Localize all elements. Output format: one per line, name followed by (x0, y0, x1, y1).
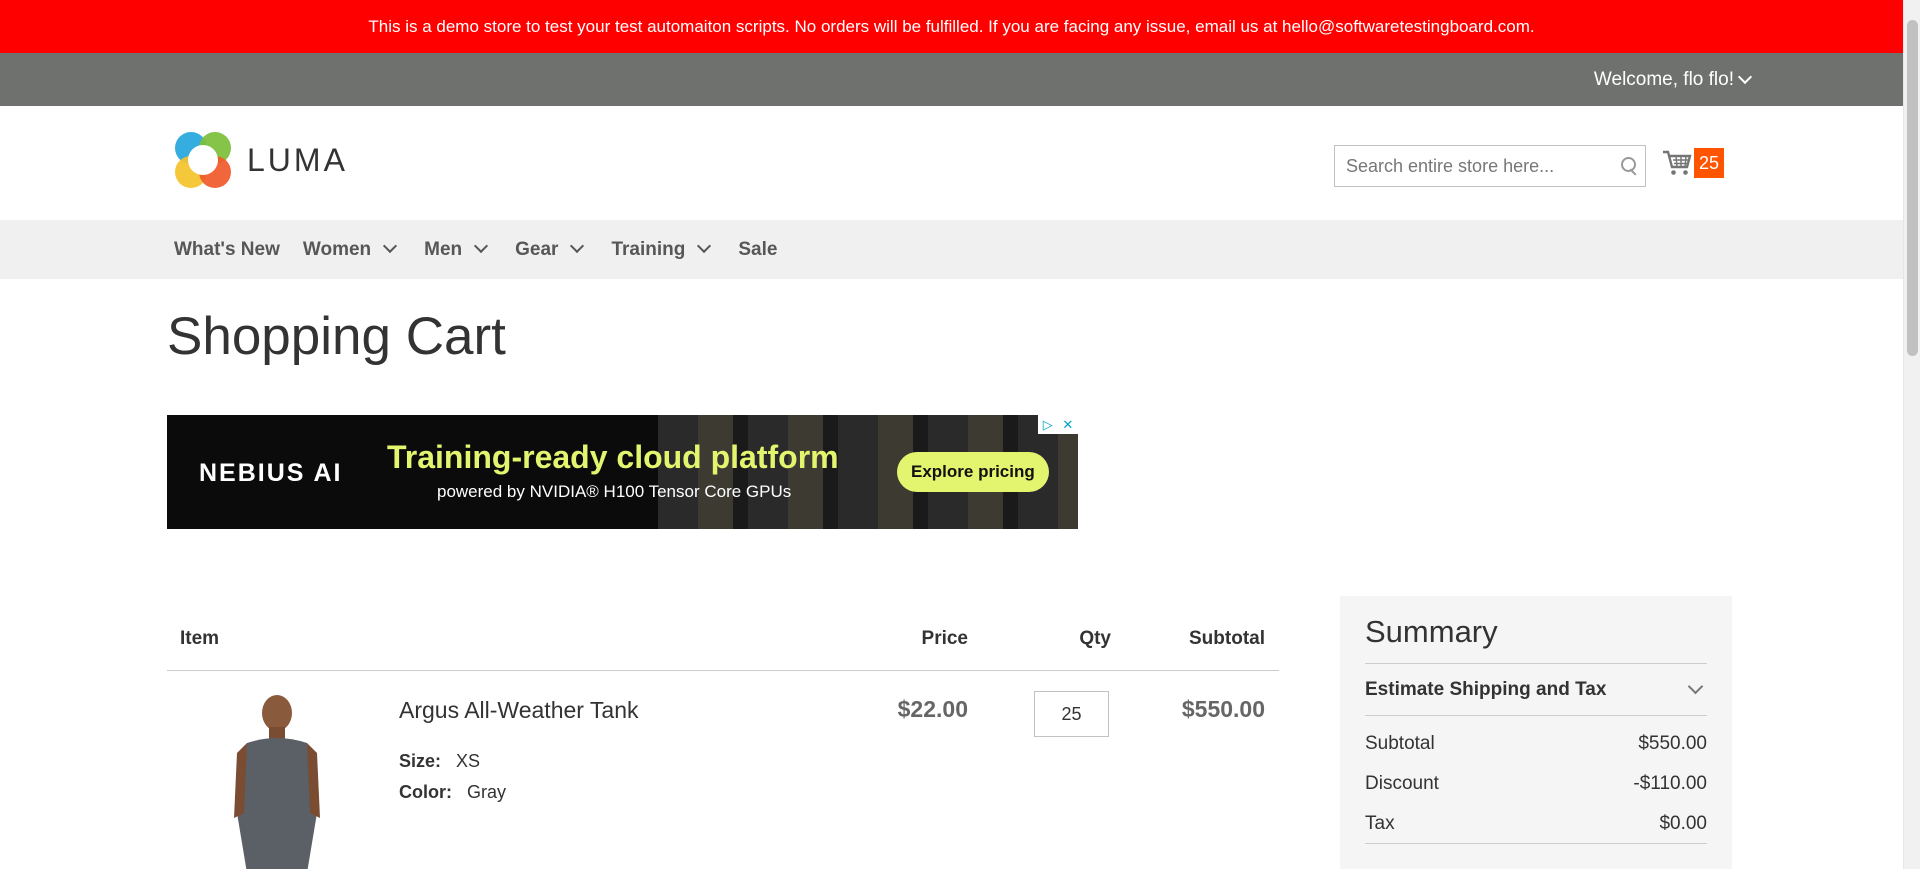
chevron-down-icon (474, 238, 489, 254)
nav-item-training[interactable]: Training (611, 239, 715, 261)
cart-count-badge: 25 (1694, 148, 1724, 178)
search-icon[interactable] (1615, 151, 1645, 181)
product-name-link[interactable]: Argus All-Weather Tank (399, 697, 639, 724)
estimate-shipping-toggle[interactable]: Estimate Shipping and Tax (1365, 664, 1707, 716)
chevron-down-icon (697, 238, 712, 254)
shopping-cart-icon (1662, 149, 1692, 177)
advertisement-banner[interactable]: NEBIUS AI Training-ready cloud platform … (167, 415, 1078, 529)
adchoices-icon[interactable]: ▷ (1043, 417, 1053, 433)
chevron-down-icon (570, 238, 585, 254)
quantity-input[interactable]: 25 (1034, 691, 1109, 737)
vertical-scrollbar[interactable] (1903, 0, 1920, 869)
scrollbar-thumb[interactable] (1907, 20, 1918, 356)
chevron-down-icon (383, 238, 398, 254)
option-label: Size: (399, 751, 442, 771)
nav-item-sale[interactable]: Sale (738, 239, 777, 261)
chevron-down-icon (1687, 678, 1704, 695)
nav-item-what-s-new[interactable]: What's New (174, 239, 280, 261)
main-navigation: What's New Women Men Gear Training Sale (0, 220, 1920, 279)
search-input[interactable]: Search entire store here... (1334, 145, 1646, 187)
nav-item-label: Gear (515, 238, 559, 260)
ad-headline: Training-ready cloud platform (387, 439, 839, 475)
header-price: Price (921, 628, 968, 649)
minicart-button[interactable]: 25 (1662, 148, 1724, 178)
ad-cta-button[interactable]: Explore pricing (897, 452, 1049, 492)
totals-subtotal: Subtotal $550.00 (1365, 724, 1707, 764)
option-label: Color: (399, 782, 452, 802)
estimate-shipping-label: Estimate Shipping and Tax (1365, 678, 1607, 700)
header-item: Item (180, 628, 220, 649)
logo-mark-icon (175, 132, 231, 188)
option-value: XS (456, 751, 481, 771)
nav-item-label: Women (302, 238, 372, 260)
product-option-color: Color: Gray (399, 782, 506, 803)
account-panel-bar: Welcome, flo flo! (0, 53, 1920, 106)
table-row: Argus All-Weather Tank Size: XS Color: G… (167, 671, 1279, 869)
logo-text: LUMA (247, 141, 348, 178)
demo-notice-text: This is a demo store to test your test a… (368, 16, 1535, 36)
nav-item-label: Training (611, 238, 686, 260)
item-price: $22.00 (897, 696, 968, 722)
search-placeholder: Search entire store here... (1346, 155, 1555, 176)
luma-logo[interactable]: LUMA (175, 132, 348, 188)
totals-discount: Discount -$110.00 (1365, 764, 1707, 804)
page: This is a demo store to test your test a… (0, 0, 1920, 869)
ad-subline: powered by NVIDIA® H100 Tensor Core GPUs (437, 482, 792, 501)
welcome-text: Welcome, flo flo! (1593, 68, 1734, 90)
demo-notice-bar: This is a demo store to test your test a… (0, 0, 1920, 53)
item-subtotal: $550.00 (1181, 696, 1265, 722)
nav-item-women[interactable]: Women (303, 239, 401, 261)
header-subtotal: Subtotal (1189, 628, 1265, 649)
chevron-down-icon (1737, 69, 1753, 84)
nav-item-label: Men (424, 238, 463, 260)
product-image[interactable] (222, 693, 332, 869)
page-title: Shopping Cart (167, 307, 506, 366)
welcome-dropdown[interactable]: Welcome, flo flo! (1593, 68, 1753, 91)
nav-item-gear[interactable]: Gear (515, 239, 588, 261)
totals-label: Discount (1365, 773, 1439, 794)
cart-table-header: Item Price Qty Subtotal (167, 608, 1279, 671)
totals-tax: Tax $0.00 (1365, 804, 1707, 844)
summary-title: Summary (1365, 614, 1707, 664)
totals-value: $0.00 (1659, 812, 1707, 834)
ad-choices[interactable]: ▷ ✕ (1038, 415, 1078, 434)
nav-item-label: Sale (738, 238, 778, 260)
cart-summary: Summary Estimate Shipping and Tax Subtot… (1340, 596, 1732, 869)
totals-value: -$110.00 (1633, 773, 1707, 794)
close-icon[interactable]: ✕ (1062, 417, 1073, 433)
totals-value: $550.00 (1638, 733, 1707, 754)
totals-label: Tax (1365, 812, 1395, 834)
totals-label: Subtotal (1365, 733, 1435, 754)
option-value: Gray (467, 782, 507, 802)
product-option-size: Size: XS (399, 751, 480, 772)
nav-item-label: What's New (174, 238, 280, 260)
site-header: LUMA Search entire store here... 25 (0, 106, 1920, 220)
header-qty: Qty (1079, 628, 1111, 649)
ad-brand: NEBIUS AI (199, 459, 343, 487)
nav-item-men[interactable]: Men (424, 239, 492, 261)
cart-items-table: Item Price Qty Subtotal Argus All-Weathe… (167, 608, 1279, 869)
